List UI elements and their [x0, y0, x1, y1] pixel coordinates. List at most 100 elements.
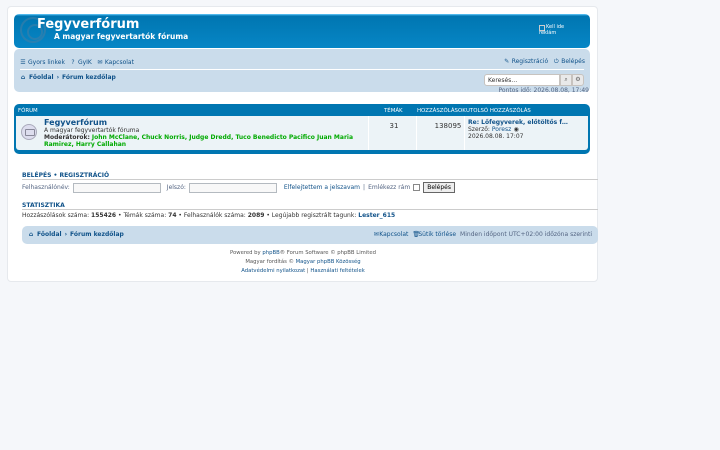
- phpbb-link[interactable]: phpBB: [262, 250, 279, 256]
- last-post-date: 2026.08.08. 17:07: [468, 133, 524, 140]
- login-link[interactable]: ⏻ Belépés: [553, 58, 585, 65]
- contact-label: Kapcsolat: [104, 59, 134, 66]
- login-heading-link[interactable]: BELÉPÉS: [22, 172, 51, 179]
- stats-topics-value: 74: [168, 212, 177, 219]
- quick-links-menu[interactable]: ☰ Gyors linkek: [20, 59, 65, 66]
- forum-row: Fegyverfórum A magyar fegyvertartók fóru…: [16, 116, 588, 150]
- home-icon: ⌂: [28, 230, 34, 238]
- search-box: Keresés… ⌕ ⚙: [484, 74, 584, 86]
- col-posts: HOZZÁSZÓLÁSOK: [417, 108, 466, 114]
- question-icon: ?: [71, 58, 75, 66]
- col-last-post: UTOLSÓ HOZZÁSZÓLÁS: [466, 108, 531, 114]
- timezone-note: Minden időpont UTC+02:00 időzóna szerint…: [460, 231, 592, 238]
- faq-link[interactable]: ? GyIK: [70, 59, 92, 66]
- nav-divider: [20, 69, 584, 70]
- stats-users-label: • Felhasználók száma:: [178, 212, 246, 219]
- terms-link[interactable]: Használati feltételek: [310, 268, 364, 274]
- search-input[interactable]: Keresés…: [484, 74, 560, 86]
- nav-links-right: ✎ Regisztráció ⏻ Belépés: [504, 58, 585, 65]
- privacy-link[interactable]: Adatvédelmi nyilatkozat: [241, 268, 305, 274]
- translation-credit: Magyar fordítás © Magyar phpBB Közösség: [158, 259, 448, 265]
- stats-users-value: 2089: [247, 212, 265, 219]
- footer-breadcrumb-index[interactable]: Fórum kezdőlap: [70, 231, 124, 238]
- powered-by-suffix: ® Forum Software © phpBB Limited: [279, 250, 376, 256]
- powered-by: Powered by phpBB® Forum Software © phpBB…: [158, 250, 448, 256]
- moderators-label: Moderátorok:: [44, 134, 90, 141]
- powered-by-prefix: Powered by: [229, 250, 261, 256]
- page-wrapper: Fegyverfórum A magyar fegyvertartók fóru…: [7, 6, 598, 282]
- search-button[interactable]: ⌕: [560, 74, 572, 86]
- login-submit-button[interactable]: Belépés: [423, 182, 455, 193]
- newest-member-link[interactable]: Lester_615: [358, 212, 395, 219]
- breadcrumb-index[interactable]: Fórum kezdőlap: [62, 74, 116, 81]
- forum-list-header: FÓRUM TÉMÁK HOZZÁSZÓLÁSOK UTOLSÓ HOZZÁSZ…: [14, 104, 590, 116]
- footer-breadcrumb-home[interactable]: Főoldal: [37, 231, 62, 238]
- faq-label: GyIK: [77, 59, 92, 66]
- nav-links-left: ☰ Gyors linkek ? GyIK ✉ Kapcsolat: [20, 58, 134, 67]
- footer-policy-links: Adatvédelmi nyilatkozat | Használati fel…: [158, 268, 448, 274]
- gear-icon: ⚙: [575, 76, 581, 83]
- navbar: ☰ Gyors linkek ? GyIK ✉ Kapcsolat ✎ Regisztr…: [14, 49, 590, 92]
- login-heading-separator: •: [53, 172, 58, 179]
- home-icon: ⌂: [20, 73, 26, 81]
- quick-links-label: Gyors linkek: [28, 59, 65, 66]
- password-field[interactable]: [188, 182, 277, 193]
- quick-login-form: Felhasználónév: Jelszó: Elfelejtettem a …: [22, 182, 455, 193]
- footer-links: ✉Kapcsolat 🗑Sütik törlése Minden időpont…: [373, 231, 592, 238]
- forgot-password-link[interactable]: Elfelejtettem a jelszavam: [284, 184, 360, 191]
- login-divider: [22, 179, 598, 180]
- footer-breadcrumb: ⌂ Főoldal › Fórum kezdőlap: [28, 231, 124, 238]
- search-icon: ⌕: [564, 76, 568, 83]
- sponsor-image[interactable]: Kell ide reklám: [539, 25, 579, 39]
- login-pipe: |: [363, 184, 366, 191]
- breadcrumb: ⌂ Főoldal › Fórum kezdőlap: [20, 74, 116, 81]
- stats-divider: [22, 209, 598, 210]
- forum-description: A magyar fegyvertartók fóruma: [44, 127, 140, 134]
- breadcrumb-home[interactable]: Főoldal: [29, 74, 54, 81]
- remember-me-checkbox[interactable]: [413, 184, 421, 191]
- translation-link[interactable]: Magyar phpBB Közösség: [296, 259, 361, 265]
- register-link[interactable]: ✎ Regisztráció: [504, 58, 548, 65]
- username-label: Felhasználónév:: [22, 184, 70, 191]
- username-field[interactable]: [72, 182, 161, 193]
- delete-cookies-label: Sütik törlése: [418, 231, 457, 238]
- footer-navbar: ⌂ Főoldal › Fórum kezdőlap ✉Kapcsolat 🗑S…: [22, 226, 598, 244]
- contact-link[interactable]: ✉ Kapcsolat: [97, 59, 134, 66]
- advanced-search-button[interactable]: ⚙: [572, 74, 584, 86]
- power-icon: ⏻: [553, 57, 559, 65]
- stats-heading: STATISZTIKA: [22, 202, 65, 209]
- stats-posts-value: 155426: [91, 212, 117, 219]
- stats-line: Hozzászólások száma: 155426 • Témák szám…: [22, 212, 395, 219]
- forum-title[interactable]: Fegyverfórum: [44, 118, 107, 127]
- last-post: Re: Lőfegyverek, előtöltős f… Szerző: Po…: [468, 119, 568, 140]
- forum-list: FÓRUM TÉMÁK HOZZÁSZÓLÁSOK UTOLSÓ HOZZÁSZ…: [14, 104, 590, 154]
- password-label: Jelszó:: [166, 184, 186, 191]
- delete-cookies-link[interactable]: 🗑Sütik törlése: [412, 231, 456, 238]
- translation-prefix: Magyar fordítás ©: [245, 259, 294, 265]
- last-post-title[interactable]: Re: Lőfegyverek, előtöltős f…: [468, 119, 568, 126]
- col-forum: FÓRUM: [18, 108, 38, 114]
- remember-me-label: Emlékezz rám: [368, 184, 411, 191]
- stats-posts-label: Hozzászólások száma:: [22, 212, 90, 219]
- forum-posts-count: 138095: [434, 122, 462, 130]
- current-time: Pontos idő: 2026.08.08, 17:49: [498, 87, 589, 94]
- breadcrumb-separator: ›: [64, 231, 68, 238]
- register-label: Regisztráció: [511, 58, 549, 65]
- edit-icon: ✎: [504, 57, 510, 65]
- policy-pipe: |: [306, 268, 309, 274]
- col-topics: TÉMÁK: [384, 108, 403, 114]
- stats-topics-label: • Témák száma:: [118, 212, 167, 219]
- site-title[interactable]: Fegyverfórum: [37, 17, 139, 32]
- last-post-by-label: Szerző:: [468, 126, 490, 133]
- site-header: Fegyverfórum A magyar fegyvertartók fóru…: [14, 14, 590, 48]
- footer-contact-link[interactable]: ✉Kapcsolat: [373, 231, 409, 238]
- footer-contact-label: Kapcsolat: [379, 231, 409, 238]
- moderator-list[interactable]: John McClane, Chuck Norris, Judge Dredd,…: [44, 134, 353, 148]
- login-label: Belépés: [561, 58, 585, 65]
- login-heading: BELÉPÉS • REGISZTRÁCIÓ: [22, 172, 109, 179]
- last-post-author[interactable]: Poresz: [492, 126, 511, 133]
- hamburger-icon: ☰: [20, 58, 26, 66]
- site-description: A magyar fegyvertartók fóruma: [54, 32, 189, 41]
- column-divider: [368, 116, 369, 150]
- register-heading-link[interactable]: REGISZTRÁCIÓ: [59, 172, 109, 179]
